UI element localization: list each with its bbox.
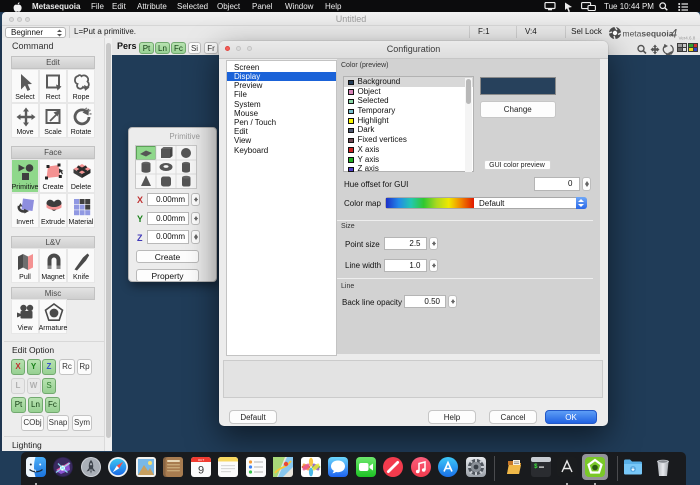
svg-text:Ver4.6.8: Ver4.6.8 xyxy=(679,36,696,41)
svg-text:$: $ xyxy=(534,463,538,470)
svg-text:OCT: OCT xyxy=(197,458,204,462)
svg-text:metasequoia: metasequoia xyxy=(623,29,674,39)
svg-text:9: 9 xyxy=(197,465,203,477)
svg-text:4: 4 xyxy=(671,27,678,41)
